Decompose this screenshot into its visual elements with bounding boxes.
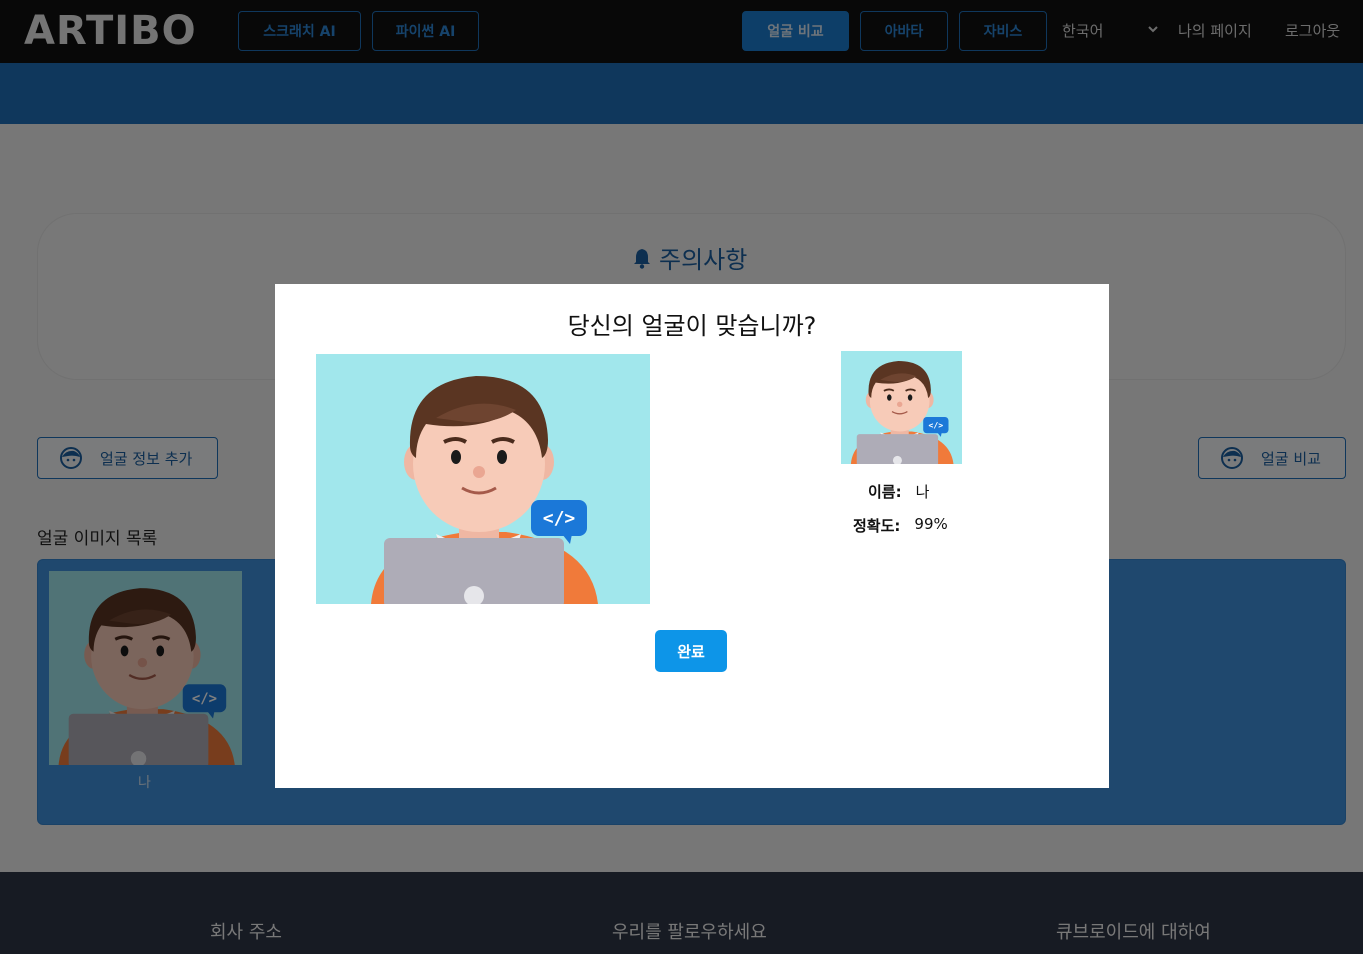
accuracy-value: 99% xyxy=(914,515,948,533)
accuracy-row: 정확도: 99% xyxy=(853,515,948,536)
done-button[interactable]: 완료 xyxy=(655,630,727,672)
captured-face-image xyxy=(316,354,650,604)
face-confirm-modal: 당신의 얼굴이 맞습니까? 이름: 나 정확도: 99% 완료 xyxy=(275,284,1109,788)
name-row: 이름: 나 xyxy=(868,481,929,502)
modal-title: 당신의 얼굴이 맞습니까? xyxy=(567,312,817,340)
matched-face-thumbnail xyxy=(841,351,962,464)
accuracy-label: 정확도: xyxy=(853,517,901,535)
name-value: 나 xyxy=(915,483,930,501)
name-label: 이름: xyxy=(868,483,902,501)
